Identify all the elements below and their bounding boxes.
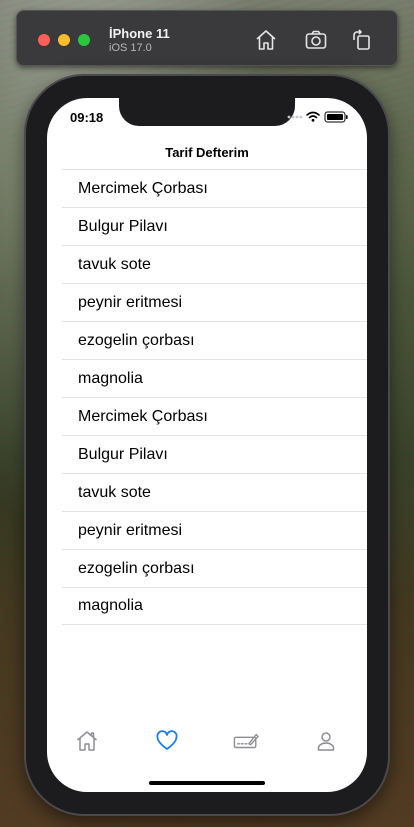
device-name: İPhone 11 (109, 26, 170, 41)
device-os-version: iOS 17.0 (109, 42, 152, 54)
screenshot-camera-icon[interactable] (304, 28, 328, 52)
person-icon (317, 732, 335, 751)
rotate-device-icon[interactable] (350, 28, 374, 52)
recipe-list-item[interactable]: tavuk sote (62, 245, 367, 283)
home-button-icon[interactable] (254, 28, 278, 52)
notch (119, 98, 295, 126)
recipe-list-item[interactable]: magnolia (62, 587, 367, 625)
status-icons (283, 110, 353, 124)
nav-title: Tarif Defterim (165, 145, 249, 160)
wifi-icon (306, 111, 320, 119)
signature-icon (233, 733, 259, 749)
recipe-list-item[interactable]: ezogelin çorbası (62, 549, 367, 587)
recipe-list-item[interactable]: Mercimek Çorbası (62, 169, 367, 207)
tab-write[interactable] (233, 728, 259, 754)
house-icon (77, 731, 97, 751)
heart-icon (156, 730, 178, 750)
recipe-list-item[interactable]: magnolia (62, 359, 367, 397)
recipe-list-item[interactable]: tavuk sote (62, 473, 367, 511)
recipe-list: Mercimek Çorbası Bulgur Pilavı tavuk sot… (62, 169, 367, 625)
tab-favorites[interactable] (154, 728, 180, 754)
tab-bar (47, 728, 367, 758)
signal-dots-icon (287, 115, 303, 119)
simulator-toolbar: İPhone 11 iOS 17.0 (16, 10, 398, 66)
battery-icon (324, 111, 348, 123)
close-window-button[interactable] (38, 34, 50, 46)
phone-screen: 09:18 Tarif Defterim Mercimek Çorbası Bu… (47, 98, 367, 792)
recipe-list-item[interactable]: Bulgur Pilavı (62, 435, 367, 473)
recipe-list-item[interactable]: Mercimek Çorbası (62, 397, 367, 435)
minimize-window-button[interactable] (58, 34, 70, 46)
zoom-window-button[interactable] (78, 34, 90, 46)
home-indicator (149, 781, 265, 785)
recipe-list-item[interactable]: peynir eritmesi (62, 283, 367, 321)
tab-profile[interactable] (313, 728, 339, 754)
recipe-list-item[interactable]: Bulgur Pilavı (62, 207, 367, 245)
tab-home[interactable] (74, 728, 100, 754)
recipe-list-item[interactable]: peynir eritmesi (62, 511, 367, 549)
recipe-list-item[interactable]: ezogelin çorbası (62, 321, 367, 359)
status-time: 09:18 (70, 110, 104, 125)
